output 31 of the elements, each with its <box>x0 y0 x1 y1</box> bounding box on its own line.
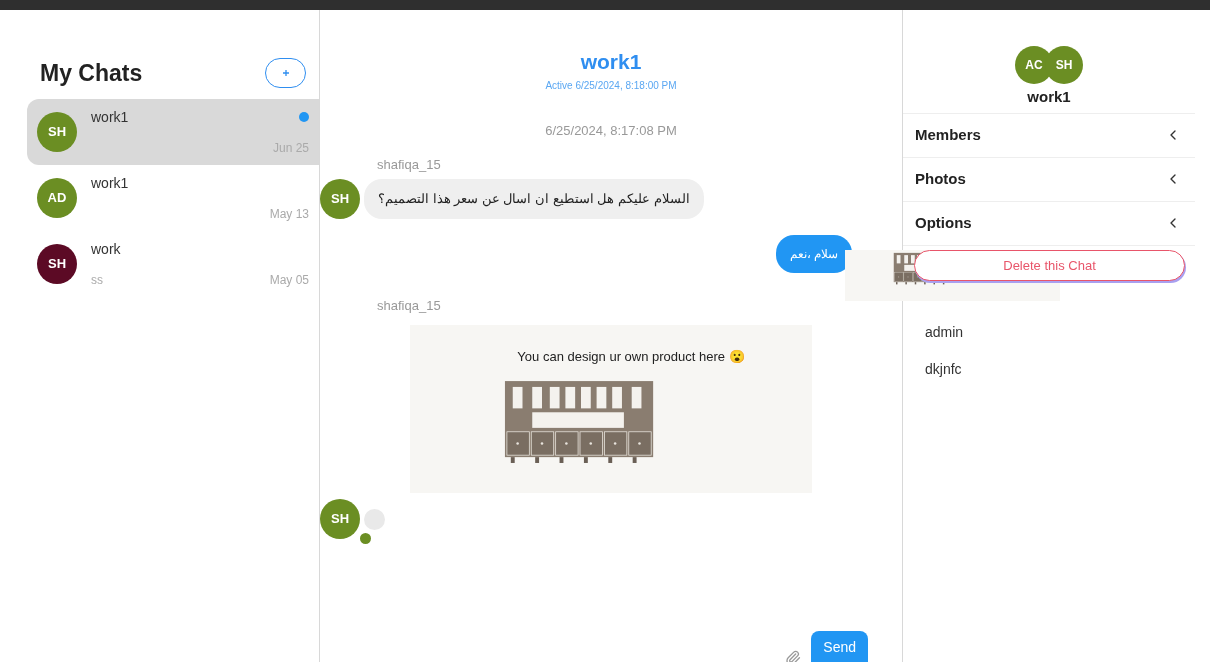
chat-date: May 13 <box>269 205 309 223</box>
sender-name: shafiqa_15 <box>377 157 441 172</box>
outgoing-message: سلام ،نعم <box>775 235 852 273</box>
incoming-message: السلام عليكم هل استطيع ان اسال عن سعر هذا التصميم؟ <box>364 179 704 219</box>
image-caption: You can design ur own product here 😮 <box>516 348 745 366</box>
sidebar-title: My Chats <box>40 59 143 88</box>
chat-item[interactable]: AD work1 May 13 <box>27 164 319 231</box>
chat-name: work1 <box>91 107 129 127</box>
chat-name: work <box>91 239 121 259</box>
message-timestamp: 6/25/2024, 8:17:08 PM <box>545 121 677 140</box>
avatar: AD <box>37 177 77 218</box>
chat-item[interactable]: SH work ss May 05 <box>27 230 319 297</box>
member-name: admin <box>925 322 965 342</box>
details-section[interactable]: Photos <box>903 157 1195 202</box>
avatar: SH <box>37 243 77 284</box>
paperclip-icon[interactable] <box>785 650 802 662</box>
chat-title: work1 <box>580 49 642 75</box>
member-name: dkjnfc <box>925 359 963 379</box>
details-title: work1 <box>1027 87 1071 107</box>
chat-preview: ss <box>91 271 103 289</box>
chat-date: May 05 <box>269 271 309 289</box>
avatar: SH <box>37 111 77 152</box>
delete-chat-button[interactable]: Delete this Chat <box>914 250 1185 281</box>
avatar: SH <box>320 179 360 219</box>
sender-name: shafiqa_15 <box>377 298 441 313</box>
avatar: SH <box>320 499 360 539</box>
active-status: Active 6/25/2024, 8:18:00 PM <box>545 78 677 93</box>
plus-icon <box>281 69 290 78</box>
details-section[interactable]: Members <box>903 113 1195 158</box>
chat-name: work1 <box>91 173 129 193</box>
details-section[interactable]: Options <box>903 201 1195 246</box>
